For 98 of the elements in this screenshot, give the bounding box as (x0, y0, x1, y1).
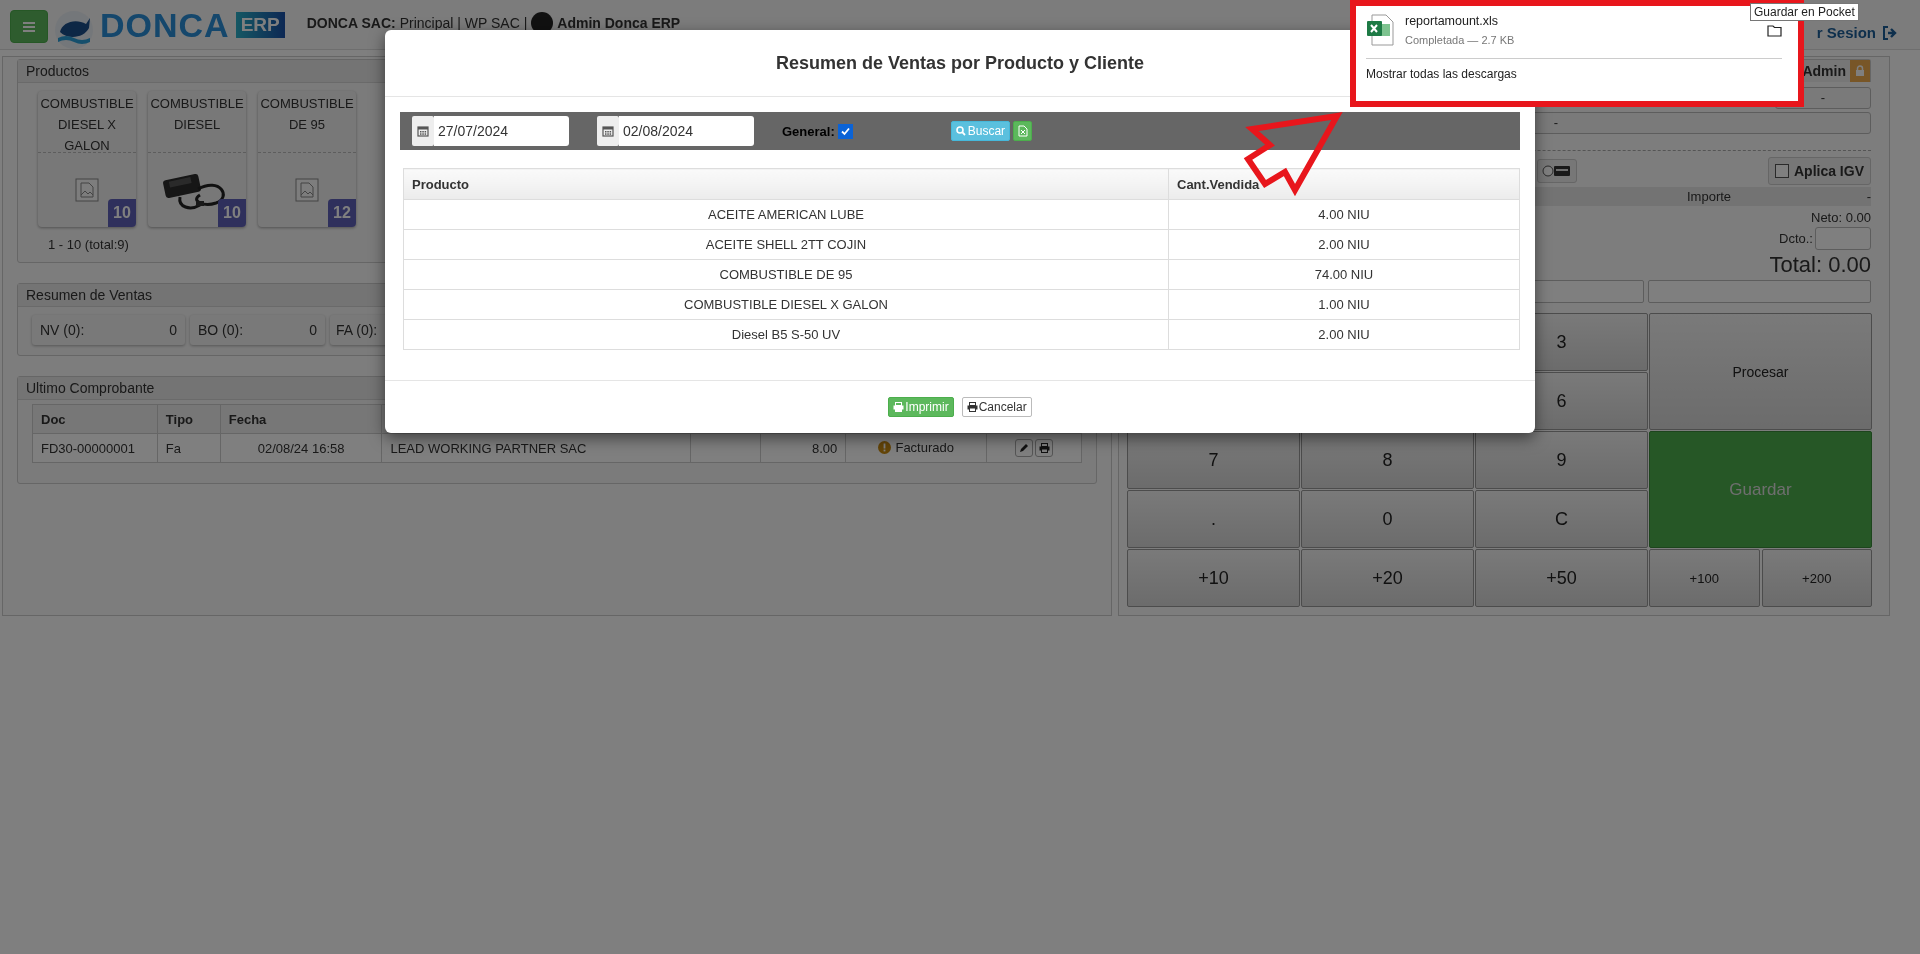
tooltip: Guardar en Pocket (1750, 3, 1859, 21)
keypad-key[interactable]: 8 (1301, 431, 1474, 489)
table-cell: 02/08/24 16:58 (220, 433, 382, 463)
discount-label: Dcto.: (1779, 231, 1813, 246)
image-placeholder-icon (75, 178, 99, 202)
discount-field[interactable] (1815, 227, 1871, 250)
table-cell: LEAD WORKING PARTNER SAC (381, 433, 691, 463)
keypad-key[interactable]: 7 (1127, 431, 1300, 489)
folder-button[interactable] (1767, 24, 1782, 37)
column-header: Doc (32, 404, 158, 434)
brand-tag: ERP (235, 12, 285, 38)
keypad-key[interactable]: +50 (1475, 549, 1648, 607)
column-header: Importe (1687, 189, 1732, 204)
table-cell: FD30-00000001 (32, 433, 158, 463)
summary-label: FA (0): (336, 322, 378, 338)
table-cell: COMBUSTIBLE DE 95 (403, 259, 1169, 290)
checkbox[interactable] (1774, 164, 1789, 178)
brand-name: DONCA (100, 10, 230, 40)
status-text: Facturado (895, 439, 954, 455)
pencil-icon (1019, 443, 1030, 453)
input-field[interactable] (1647, 280, 1871, 303)
stock-count: 12 (328, 199, 356, 227)
amount-value: - (1866, 189, 1871, 204)
table-cell: 2.00 NIU (1168, 319, 1520, 350)
calendar-icon (597, 116, 619, 146)
menu-icon (23, 21, 35, 32)
checkmark-icon (840, 126, 850, 136)
print-icon (893, 402, 905, 412)
summary-label: NV (0): (40, 322, 85, 338)
table-cell: ACEITE SHELL 2TT COJIN (403, 229, 1169, 260)
table-cell: COMBUSTIBLE DIESEL X GALON (403, 289, 1169, 320)
product-name: COMBUSTIBLE DIESEL (148, 91, 246, 153)
keypad-key[interactable]: . (1127, 490, 1300, 548)
product-name: COMBUSTIBLE DE 95 (258, 91, 356, 153)
print-icon (966, 402, 978, 412)
column-header: Producto (403, 168, 1169, 200)
keypad-key[interactable]: +20 (1301, 549, 1474, 607)
total-amount: Total: 0.00 (1769, 252, 1871, 277)
column-header: Fecha (220, 404, 382, 434)
table-cell: 74.00 NIU (1168, 259, 1520, 290)
print-icon (1038, 443, 1050, 453)
pagination-text: 1 - 10 (total:9) (48, 237, 129, 252)
spreadsheet-icon (1017, 125, 1028, 137)
lock-icon (1855, 65, 1865, 77)
keypad-key[interactable]: C (1475, 490, 1648, 548)
product-name: COMBUSTIBLE DIESEL X GALON (38, 91, 136, 153)
edit-button[interactable] (1015, 439, 1034, 457)
show-all-downloads-link[interactable]: Mostrar todas las descargas (1366, 67, 1517, 81)
product-card[interactable]: COMBUSTIBLE DE 95 12 (258, 91, 356, 227)
table-cell: 2.00 NIU (1168, 229, 1520, 260)
keypad-key[interactable]: 9 (1475, 431, 1648, 489)
logout-link[interactable]: r Sesion (1816, 24, 1898, 41)
summary-value: 0 (169, 322, 177, 338)
company-label: DONCA SAC: (306, 15, 396, 31)
warning-icon (878, 440, 892, 454)
igv-toggle[interactable]: Aplica IGV (1767, 157, 1871, 185)
table-cell: 8.00 (760, 433, 846, 463)
keypad-key[interactable]: 0 (1301, 490, 1474, 548)
radio-card-icon (1542, 164, 1572, 178)
net-amount: Neto: 0.00 (1811, 210, 1871, 225)
summary-label: BO (0): (198, 322, 244, 338)
table-cell: Fa (157, 433, 221, 463)
user-name: Admin Donca ERP (557, 15, 681, 31)
date-field[interactable]: 02/08/2024 (619, 116, 754, 146)
table-cell: ACEITE AMERICAN LUBE (403, 199, 1169, 230)
search-icon (955, 126, 966, 136)
quick-add-button[interactable]: +100 (1649, 549, 1760, 607)
stock-count: 10 (218, 199, 246, 227)
table-cell: 4.00 NIU (1168, 199, 1520, 230)
image-placeholder-icon (295, 178, 319, 202)
whale-logo-icon (54, 10, 94, 50)
product-card[interactable]: COMBUSTIBLE DIESEL X GALON 10 (38, 91, 136, 227)
stock-count: 10 (108, 199, 136, 227)
print-button[interactable] (1035, 439, 1054, 457)
search-button[interactable]: Buscar (950, 121, 1011, 141)
logout-icon (1882, 25, 1898, 40)
product-card[interactable]: COMBUSTIBLE DIESEL 10 (148, 91, 246, 227)
checkbox[interactable] (837, 123, 853, 139)
igv-label: Aplica IGV (1793, 163, 1864, 179)
column-header: Tipo (157, 404, 221, 434)
folder-icon (1767, 24, 1782, 37)
quick-add-button[interactable]: +200 (1761, 549, 1872, 607)
table-cell: 1.00 NIU (1168, 289, 1520, 320)
general-label: General: (782, 123, 835, 139)
keypad-key[interactable]: +10 (1127, 549, 1300, 607)
print-button[interactable]: Imprimir (888, 397, 954, 417)
cancel-button[interactable]: Cancelar (961, 397, 1032, 417)
process-button[interactable]: Procesar (1649, 313, 1872, 430)
date-field[interactable]: 27/07/2024 (434, 116, 569, 146)
summary-value: 0 (309, 322, 317, 338)
table-cell: Diesel B5 S-50 UV (403, 319, 1169, 350)
download-status: Completada — 2.7 KB (1405, 34, 1515, 46)
card-payment-button[interactable] (1537, 159, 1577, 183)
spreadsheet-file-icon (1366, 14, 1394, 46)
calendar-icon (412, 116, 434, 146)
column-header: Cant.Vendida (1168, 168, 1520, 200)
file-name[interactable]: reportamount.xls (1405, 14, 1515, 28)
export-excel-button[interactable] (1013, 121, 1033, 141)
